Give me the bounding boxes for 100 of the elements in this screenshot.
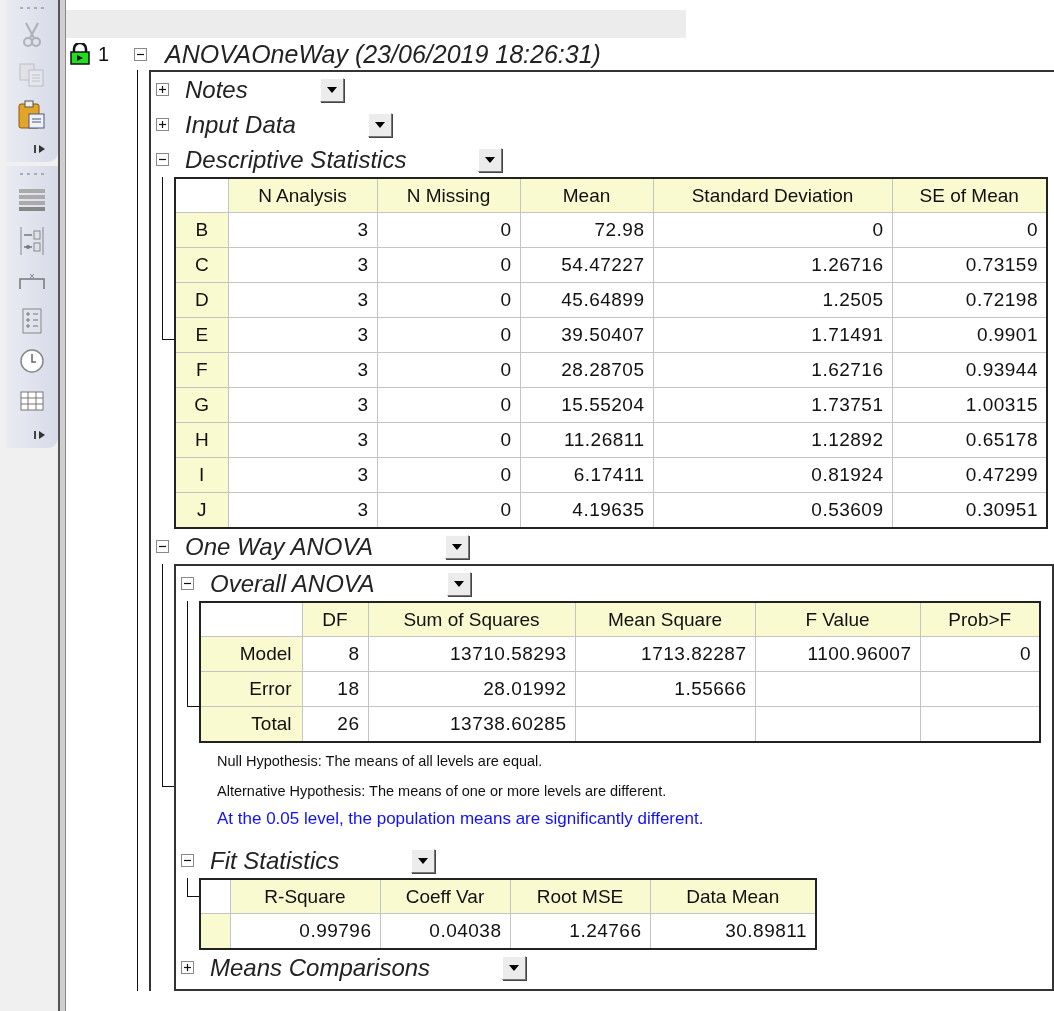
column-header: Root MSE <box>510 879 650 914</box>
list-icon <box>22 308 42 334</box>
row-header: Model <box>200 636 302 672</box>
table-cell: 3 <box>228 247 377 283</box>
row-header: E <box>175 317 228 353</box>
table-cell: 3 <box>228 387 377 423</box>
legend-icon <box>19 226 45 256</box>
expand-icon[interactable] <box>156 118 169 131</box>
table-cell: 6.17411 <box>520 457 653 493</box>
table-cell: 0.65178 <box>892 422 1047 458</box>
table-cell: 28.28705 <box>520 352 653 388</box>
table-cell: 0 <box>377 492 520 528</box>
table-cell: 1.71491 <box>653 317 892 353</box>
caret-icon <box>326 86 337 93</box>
column-header: Mean <box>520 178 653 213</box>
corner-cell <box>175 178 228 213</box>
table-cell: 0 <box>377 457 520 493</box>
section-title: Notes <box>185 75 248 104</box>
table-cell: 1.73751 <box>653 387 892 423</box>
table-cell: 3 <box>228 352 377 388</box>
table-cell: 0 <box>377 352 520 388</box>
collapse-icon[interactable] <box>181 577 194 590</box>
dropdown-button[interactable] <box>502 955 527 980</box>
table-cell: 0.81924 <box>653 457 892 493</box>
column-header: Coeff Var <box>380 879 510 914</box>
column-header: DF <box>302 602 368 637</box>
conclusion-text: At the 0.05 level, the population means are significantly different. <box>217 809 705 829</box>
table-cell: 18 <box>302 671 368 707</box>
table-cell: 1.2505 <box>653 282 892 318</box>
table-cell: 0.73159 <box>892 247 1047 283</box>
lock-icon <box>68 43 92 65</box>
column-header: Standard Deviation <box>653 178 892 213</box>
table-cell: 0.99796 <box>230 913 380 949</box>
table-cell: 0.9901 <box>892 317 1047 353</box>
grid-icon <box>20 391 44 411</box>
table-cell: 13710.58293 <box>368 636 575 672</box>
collapse-icon[interactable] <box>156 540 169 553</box>
caret-icon <box>485 156 496 163</box>
dropdown-button[interactable] <box>445 534 470 559</box>
collapse-icon[interactable] <box>134 47 147 61</box>
collapse-icon[interactable] <box>181 854 194 867</box>
row-header: D <box>175 282 228 318</box>
table-cell: 1713.82287 <box>575 636 755 672</box>
hypothesis-text: Null Hypothesis: The means of all levels are equal. <box>217 753 544 769</box>
table-cell: 0 <box>653 212 892 248</box>
table-cell: 0.72198 <box>892 282 1047 318</box>
row-header: G <box>175 387 228 423</box>
table-cell: 0 <box>892 212 1047 248</box>
column-header: Data Mean <box>650 879 816 914</box>
dropdown-button[interactable] <box>478 147 503 172</box>
splitter[interactable] <box>58 0 66 1011</box>
table-cell: 0 <box>377 422 520 458</box>
table-cell: 45.64899 <box>520 282 653 318</box>
column-header: N Analysis <box>228 178 377 213</box>
dropdown-button[interactable] <box>367 112 392 137</box>
column-header: SE of Mean <box>892 178 1047 213</box>
column-header: N Missing <box>377 178 520 213</box>
table-cell: 28.01992 <box>368 671 575 707</box>
table-cell: 1100.96007 <box>755 636 920 672</box>
dropdown-button[interactable] <box>411 848 436 873</box>
clock-icon <box>19 348 45 374</box>
table-cell: 3 <box>228 492 377 528</box>
bracket-icon <box>18 273 46 289</box>
grip-icon[interactable] <box>17 172 47 176</box>
row-header: J <box>175 492 228 528</box>
table-cell: 54.47227 <box>520 247 653 283</box>
report-title: ANOVAOneWay (23/06/2019 18:26:31) <box>165 39 601 69</box>
expand-icon[interactable] <box>181 961 194 974</box>
collapse-icon[interactable] <box>156 153 169 166</box>
dropdown-button[interactable] <box>319 77 344 102</box>
dropdown-button[interactable] <box>446 571 471 596</box>
table-cell: 13738.60285 <box>368 706 575 742</box>
table-cell: 3 <box>228 317 377 353</box>
column-header: Mean Square <box>575 602 755 637</box>
row-header <box>200 913 230 949</box>
table-cell: 0.47299 <box>892 457 1047 493</box>
table-cell: 0.53609 <box>653 492 892 528</box>
table-cell: 0 <box>377 212 520 248</box>
table-cell: 3 <box>228 457 377 493</box>
row-header: F <box>175 352 228 388</box>
table-cell: 72.98 <box>520 212 653 248</box>
chevron-icon[interactable] <box>34 144 46 154</box>
expand-icon[interactable] <box>156 83 169 96</box>
chevron-icon[interactable] <box>34 430 46 440</box>
table-cell: 15.55204 <box>520 387 653 423</box>
row-header: B <box>175 212 228 248</box>
row-header: I <box>175 457 228 493</box>
column-header: R-Square <box>230 879 380 914</box>
column-header: Prob>F <box>920 602 1040 637</box>
table-cell: 0.93944 <box>892 352 1047 388</box>
table-cell: 1.00315 <box>892 387 1047 423</box>
caret-icon <box>509 964 520 971</box>
table-cell: 30.89811 <box>650 913 816 949</box>
report-index: 1 <box>98 42 111 66</box>
hypothesis-text: Alternative Hypothesis: The means of one or more levels are different. <box>217 783 668 799</box>
grip-icon[interactable] <box>17 6 47 10</box>
section-title: Means Comparisons <box>210 953 431 982</box>
copy-icon <box>19 63 45 87</box>
table-cell: 11.26811 <box>520 422 653 458</box>
section-title: Overall ANOVA <box>210 569 375 598</box>
